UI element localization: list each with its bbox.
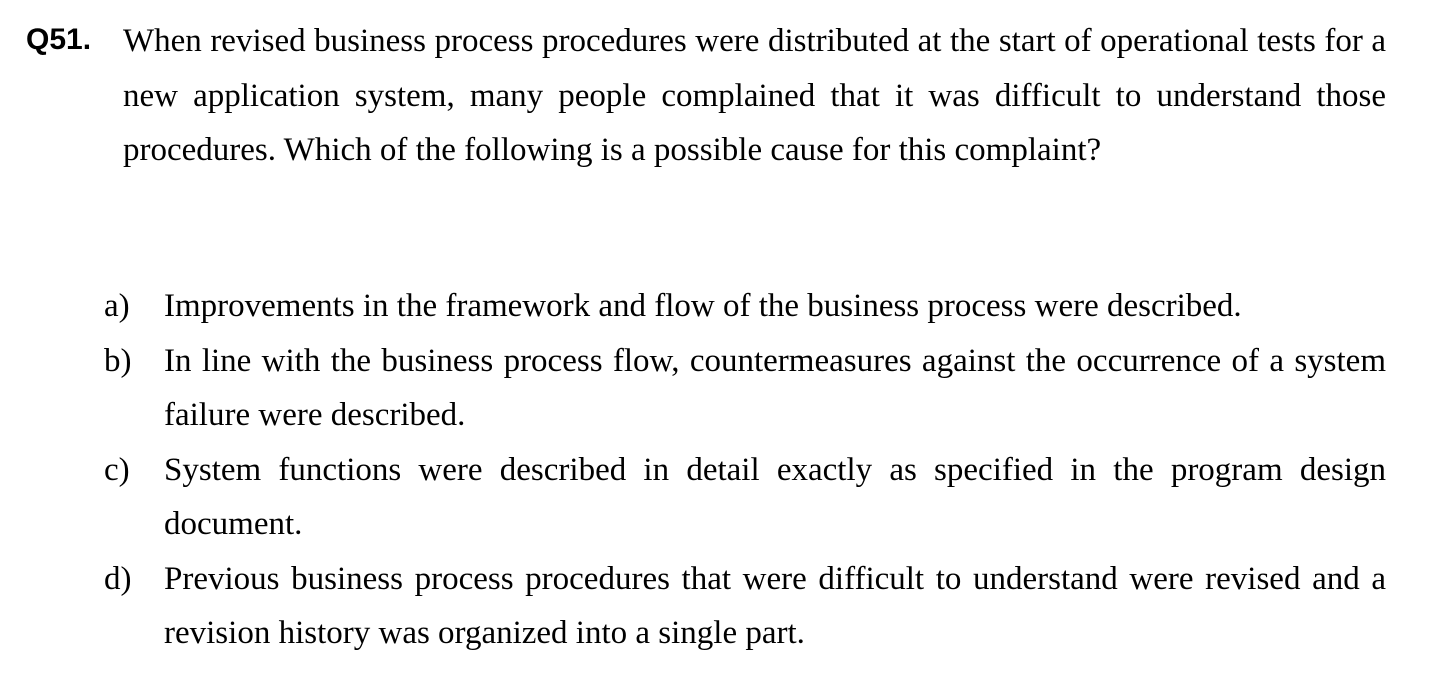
- choice-a: a) Improvements in the framework and flo…: [104, 279, 1386, 334]
- choice-c: c) System functions were described in de…: [104, 443, 1386, 552]
- choice-d-marker: d): [104, 560, 132, 597]
- question-number: Q51.: [26, 23, 92, 56]
- choice-a-text: Improvements in the framework and flow o…: [164, 288, 1242, 324]
- choice-c-text: System functions were described in detai…: [164, 451, 1386, 543]
- choice-b-text: In line with the business process flow, …: [164, 342, 1386, 434]
- choice-d: d) Previous business process procedures …: [104, 552, 1386, 661]
- answer-choices: a) Improvements in the framework and flo…: [104, 279, 1386, 661]
- question-block: Q51. When revised business process proce…: [26, 14, 1386, 178]
- choice-d-text: Previous business process procedures tha…: [164, 560, 1386, 652]
- choice-c-marker: c): [104, 451, 130, 488]
- question-text: When revised business process procedures…: [123, 23, 1386, 168]
- choice-a-marker: a): [104, 288, 130, 324]
- choice-b: b) In line with the business process flo…: [104, 334, 1386, 443]
- choice-b-marker: b): [104, 342, 132, 379]
